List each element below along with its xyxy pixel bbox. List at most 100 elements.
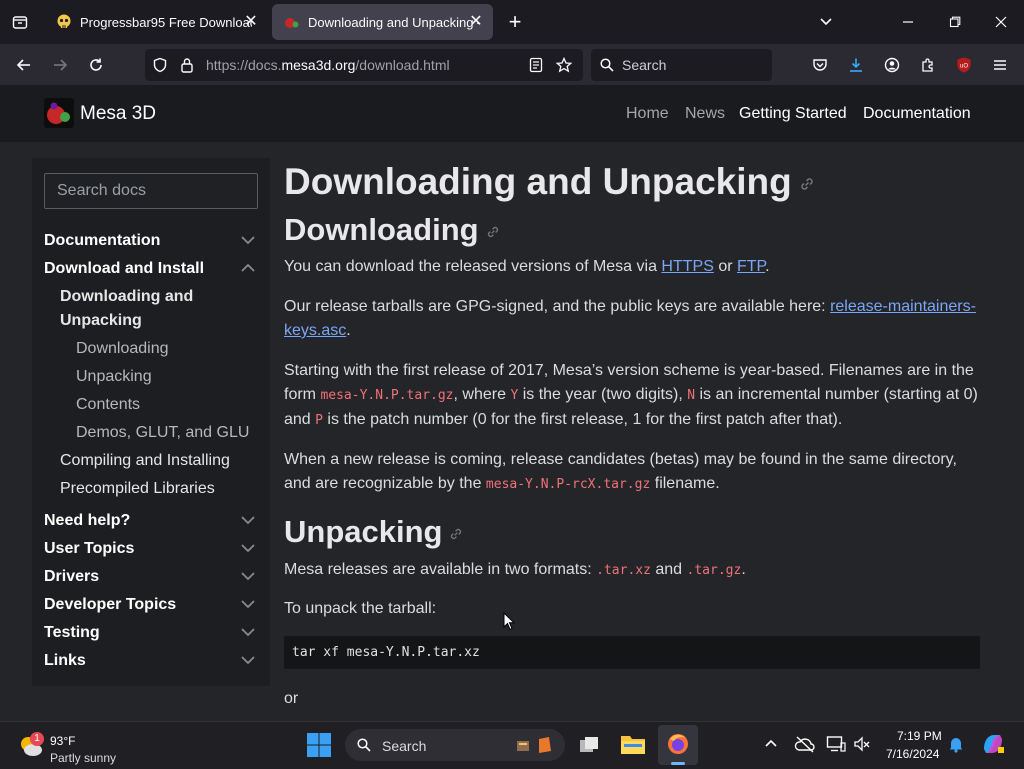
text: is the year (two digits), xyxy=(518,386,688,403)
volume-muted-icon[interactable] xyxy=(853,735,873,755)
sidebar-item-downloading-and-unpacking[interactable]: Downloading and xyxy=(60,288,193,306)
extensions-icon[interactable] xyxy=(916,53,940,77)
sidebar-item-contents[interactable]: Contents xyxy=(76,396,140,414)
paragraph-release-candidates: When a new release is coming, release ca… xyxy=(284,448,980,497)
text: Our release tarballs are GPG-signed, and… xyxy=(284,298,831,315)
reload-icon[interactable] xyxy=(84,53,108,77)
search-docs-input[interactable] xyxy=(45,174,257,208)
file-explorer-icon[interactable] xyxy=(620,732,646,758)
close-tab-icon[interactable]: ✕ xyxy=(242,13,260,31)
copilot-icon[interactable] xyxy=(980,731,1008,759)
sidebar-item-compiling-and-installing[interactable]: Compiling and Installing xyxy=(60,452,230,470)
close-window-icon[interactable] xyxy=(989,10,1013,34)
sidebar-item-need-help[interactable]: Need help? xyxy=(44,512,130,530)
shield-icon[interactable] xyxy=(151,56,169,74)
firefox-icon xyxy=(668,734,688,754)
pocket-icon[interactable] xyxy=(808,53,832,77)
show-hidden-icons[interactable] xyxy=(764,736,782,754)
display-icon[interactable] xyxy=(826,735,848,755)
start-button[interactable] xyxy=(306,732,334,760)
inline-code: .tar.xz xyxy=(596,563,651,578)
link-icon[interactable] xyxy=(448,526,464,542)
search-icon xyxy=(357,738,371,752)
downloads-icon[interactable] xyxy=(844,53,868,77)
sidebar-item-documentation[interactable]: Documentation xyxy=(44,232,160,250)
back-icon[interactable] xyxy=(12,53,36,77)
docs-sidebar: Documentation Download and Install Downl… xyxy=(32,158,270,686)
https-link[interactable]: HTTPS xyxy=(661,258,713,275)
forward-icon[interactable] xyxy=(48,53,72,77)
chevron-down-icon[interactable] xyxy=(240,512,256,528)
paragraph-download-via: You can download the released versions o… xyxy=(284,255,980,279)
sidebar-item-links[interactable]: Links xyxy=(44,652,86,670)
bookmark-star-icon[interactable] xyxy=(555,56,573,74)
taskbar-firefox-active[interactable] xyxy=(658,725,698,765)
clock-time[interactable]: 7:19 PM xyxy=(897,729,942,743)
chevron-down-icon[interactable] xyxy=(240,232,256,248)
weather-desc: Partly sunny xyxy=(50,751,117,765)
chevron-down-icon[interactable] xyxy=(240,596,256,612)
ftp-link[interactable]: FTP xyxy=(737,258,765,275)
close-tab-icon[interactable]: ✕ xyxy=(467,13,485,31)
chevron-down-icon[interactable] xyxy=(814,10,838,34)
paragraph-gpg: Our release tarballs are GPG-signed, and… xyxy=(284,295,980,343)
sidebar-item-precompiled-libraries[interactable]: Precompiled Libraries xyxy=(60,480,215,498)
sidebar-item-download-and-install[interactable]: Download and Install xyxy=(44,260,204,278)
nav-toolbar: https://docs.mesa3d.org/download.html Se… xyxy=(0,44,1024,85)
sidebar-item-downloading[interactable]: Downloading xyxy=(76,340,169,358)
mesa-logo-icon[interactable] xyxy=(44,98,74,128)
weather-widget[interactable]: 1 93°F Partly sunny xyxy=(16,728,126,765)
chevron-up-icon[interactable] xyxy=(240,260,256,276)
text: . xyxy=(741,561,746,578)
paragraph-or: or xyxy=(284,690,299,707)
text: filename. xyxy=(650,475,720,492)
page-title-text: Downloading and Unpacking xyxy=(284,161,792,202)
lock-icon[interactable] xyxy=(178,56,196,74)
link-icon[interactable] xyxy=(485,224,501,240)
chevron-down-icon[interactable] xyxy=(240,568,256,584)
new-tab-icon[interactable]: + xyxy=(503,9,527,34)
sidebar-item-drivers[interactable]: Drivers xyxy=(44,568,99,586)
sidebar-item-unpacking[interactable]: Unpacking xyxy=(76,368,152,386)
text: . xyxy=(346,322,351,339)
reader-view-icon[interactable] xyxy=(527,56,545,74)
notifications-bell-icon[interactable] xyxy=(947,735,967,755)
search-bar[interactable]: Search xyxy=(591,49,772,81)
text: Mesa releases are available in two forma… xyxy=(284,561,597,578)
sidebar-item-user-topics[interactable]: User Topics xyxy=(44,540,134,558)
cloud-offline-icon[interactable] xyxy=(794,735,816,755)
ublock-icon[interactable]: uO xyxy=(952,53,976,77)
sidebar-item-developer-topics[interactable]: Developer Topics xyxy=(44,596,176,614)
clock-date[interactable]: 7/16/2024 xyxy=(886,747,939,761)
taskbar-search-label: Search xyxy=(382,738,427,754)
sidebar-item-downloading-and-unpacking-line2[interactable]: Unpacking xyxy=(60,312,142,330)
minimize-icon[interactable] xyxy=(896,10,920,34)
task-view-icon[interactable] xyxy=(578,734,602,758)
account-icon[interactable] xyxy=(880,53,904,77)
sidebar-item-demos-glut-glu[interactable]: Demos, GLUT, and GLU xyxy=(76,424,249,442)
nav-documentation[interactable]: Documentation xyxy=(863,105,971,123)
inline-code: .tar.gz xyxy=(686,563,742,578)
taskbar-search[interactable]: Search xyxy=(345,729,565,761)
menu-icon[interactable] xyxy=(988,53,1012,77)
site-brand[interactable]: Mesa 3D xyxy=(80,103,156,125)
heading-unpacking-text: Unpacking xyxy=(284,514,443,549)
chevron-down-icon[interactable] xyxy=(240,540,256,556)
sidebar-item-testing[interactable]: Testing xyxy=(44,624,100,642)
tab-progressbar95[interactable]: Progressbar95 Free Download ( ✕ xyxy=(44,4,268,40)
link-icon[interactable] xyxy=(798,175,816,193)
tab-list-icon[interactable] xyxy=(8,10,32,34)
url-text: https://docs.mesa3d.org/download.html xyxy=(206,57,450,73)
url-bar[interactable]: https://docs.mesa3d.org/download.html xyxy=(145,49,583,81)
tab-mesa-download[interactable]: Downloading and Unpacking — M ✕ xyxy=(272,4,493,40)
notification-badge: 1 xyxy=(30,732,44,746)
nav-home[interactable]: Home xyxy=(626,105,669,123)
mouse-cursor-icon xyxy=(503,612,515,631)
restore-icon[interactable] xyxy=(943,10,967,34)
tab-title: Downloading and Unpacking — M xyxy=(308,14,480,30)
chevron-down-icon[interactable] xyxy=(240,624,256,640)
url-prefix: https://docs. xyxy=(206,57,282,73)
chevron-down-icon[interactable] xyxy=(240,652,256,668)
nav-getting-started[interactable]: Getting Started xyxy=(739,105,847,123)
nav-news[interactable]: News xyxy=(685,105,725,123)
